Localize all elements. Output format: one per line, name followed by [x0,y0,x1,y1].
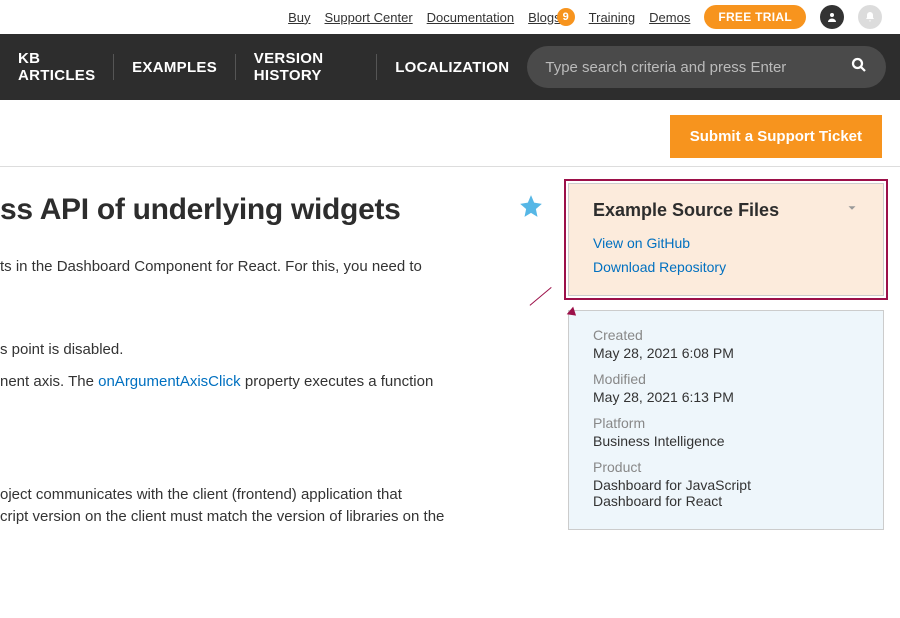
nav-tabs: KB ARTICLES EXAMPLES VERSION HISTORY LOC… [0,34,527,100]
link-onargumentaxisclick[interactable]: onArgumentAxisClick [98,373,241,390]
meta-modified-value: May 28, 2021 6:13 PM [593,389,859,405]
sidebar-column: Example Source Files View on GitHub Down… [568,167,900,544]
metadata-panel: Created May 28, 2021 6:08 PM Modified Ma… [568,310,884,530]
subheader: Submit a Support Ticket [0,100,900,167]
search-icon[interactable] [850,56,868,79]
meta-product-value-1: Dashboard for JavaScript [593,477,859,493]
body-line: cript version on the client must match t… [0,506,544,529]
topbar: Buy Support Center Documentation Blogs 9… [0,0,900,34]
top-link-support[interactable]: Support Center [325,10,413,25]
meta-platform-label: Platform [593,415,859,431]
tab-kb-articles[interactable]: KB ARTICLES [0,50,113,84]
main-area: ss API of underlying widgets ts in the D… [0,167,900,544]
top-link-docs[interactable]: Documentation [427,10,514,25]
top-links: Buy Support Center Documentation Blogs 9… [288,5,882,29]
meta-created-label: Created [593,327,859,343]
search-box[interactable] [527,46,886,88]
meta-product-value-2: Dashboard for React [593,493,859,509]
meta-product-label: Product [593,459,859,475]
meta-modified-label: Modified [593,371,859,387]
source-panel-title: Example Source Files [593,200,779,221]
top-link-buy[interactable]: Buy [288,10,310,25]
text-fragment: property executes a function [241,373,434,390]
account-icon[interactable] [820,5,844,29]
meta-created-value: May 28, 2021 6:08 PM [593,345,859,361]
favorite-star-icon[interactable] [518,193,544,227]
content-column: ss API of underlying widgets ts in the D… [0,167,568,544]
free-trial-button[interactable]: FREE TRIAL [704,5,806,29]
chevron-down-icon[interactable] [845,201,859,220]
body-line: s point is disabled. [0,339,544,362]
page-title: ss API of underlying widgets [0,187,401,232]
tab-version-history[interactable]: VERSION HISTORY [236,50,377,84]
meta-platform-value: Business Intelligence [593,433,859,449]
top-link-demos[interactable]: Demos [649,10,690,25]
search-input[interactable] [545,59,850,76]
body-line: oject communicates with the client (fron… [0,484,544,507]
tab-localization[interactable]: LOCALIZATION [377,59,527,76]
text-fragment: nent axis. The [0,373,98,390]
body-line: nent axis. The onArgumentAxisClick prope… [0,371,544,394]
navbar: KB ARTICLES EXAMPLES VERSION HISTORY LOC… [0,34,900,100]
link-download-repo[interactable]: Download Repository [593,259,859,275]
body-paragraph: ts in the Dashboard Component for React.… [0,256,544,279]
link-view-github[interactable]: View on GitHub [593,235,859,251]
source-files-panel: Example Source Files View on GitHub Down… [568,183,884,296]
top-link-training[interactable]: Training [589,10,635,25]
submit-ticket-button[interactable]: Submit a Support Ticket [670,115,882,158]
blog-count-badge: 9 [557,8,575,26]
top-link-blogs[interactable]: Blogs [528,10,561,25]
tab-examples[interactable]: EXAMPLES [114,59,235,76]
notifications-icon[interactable] [858,5,882,29]
